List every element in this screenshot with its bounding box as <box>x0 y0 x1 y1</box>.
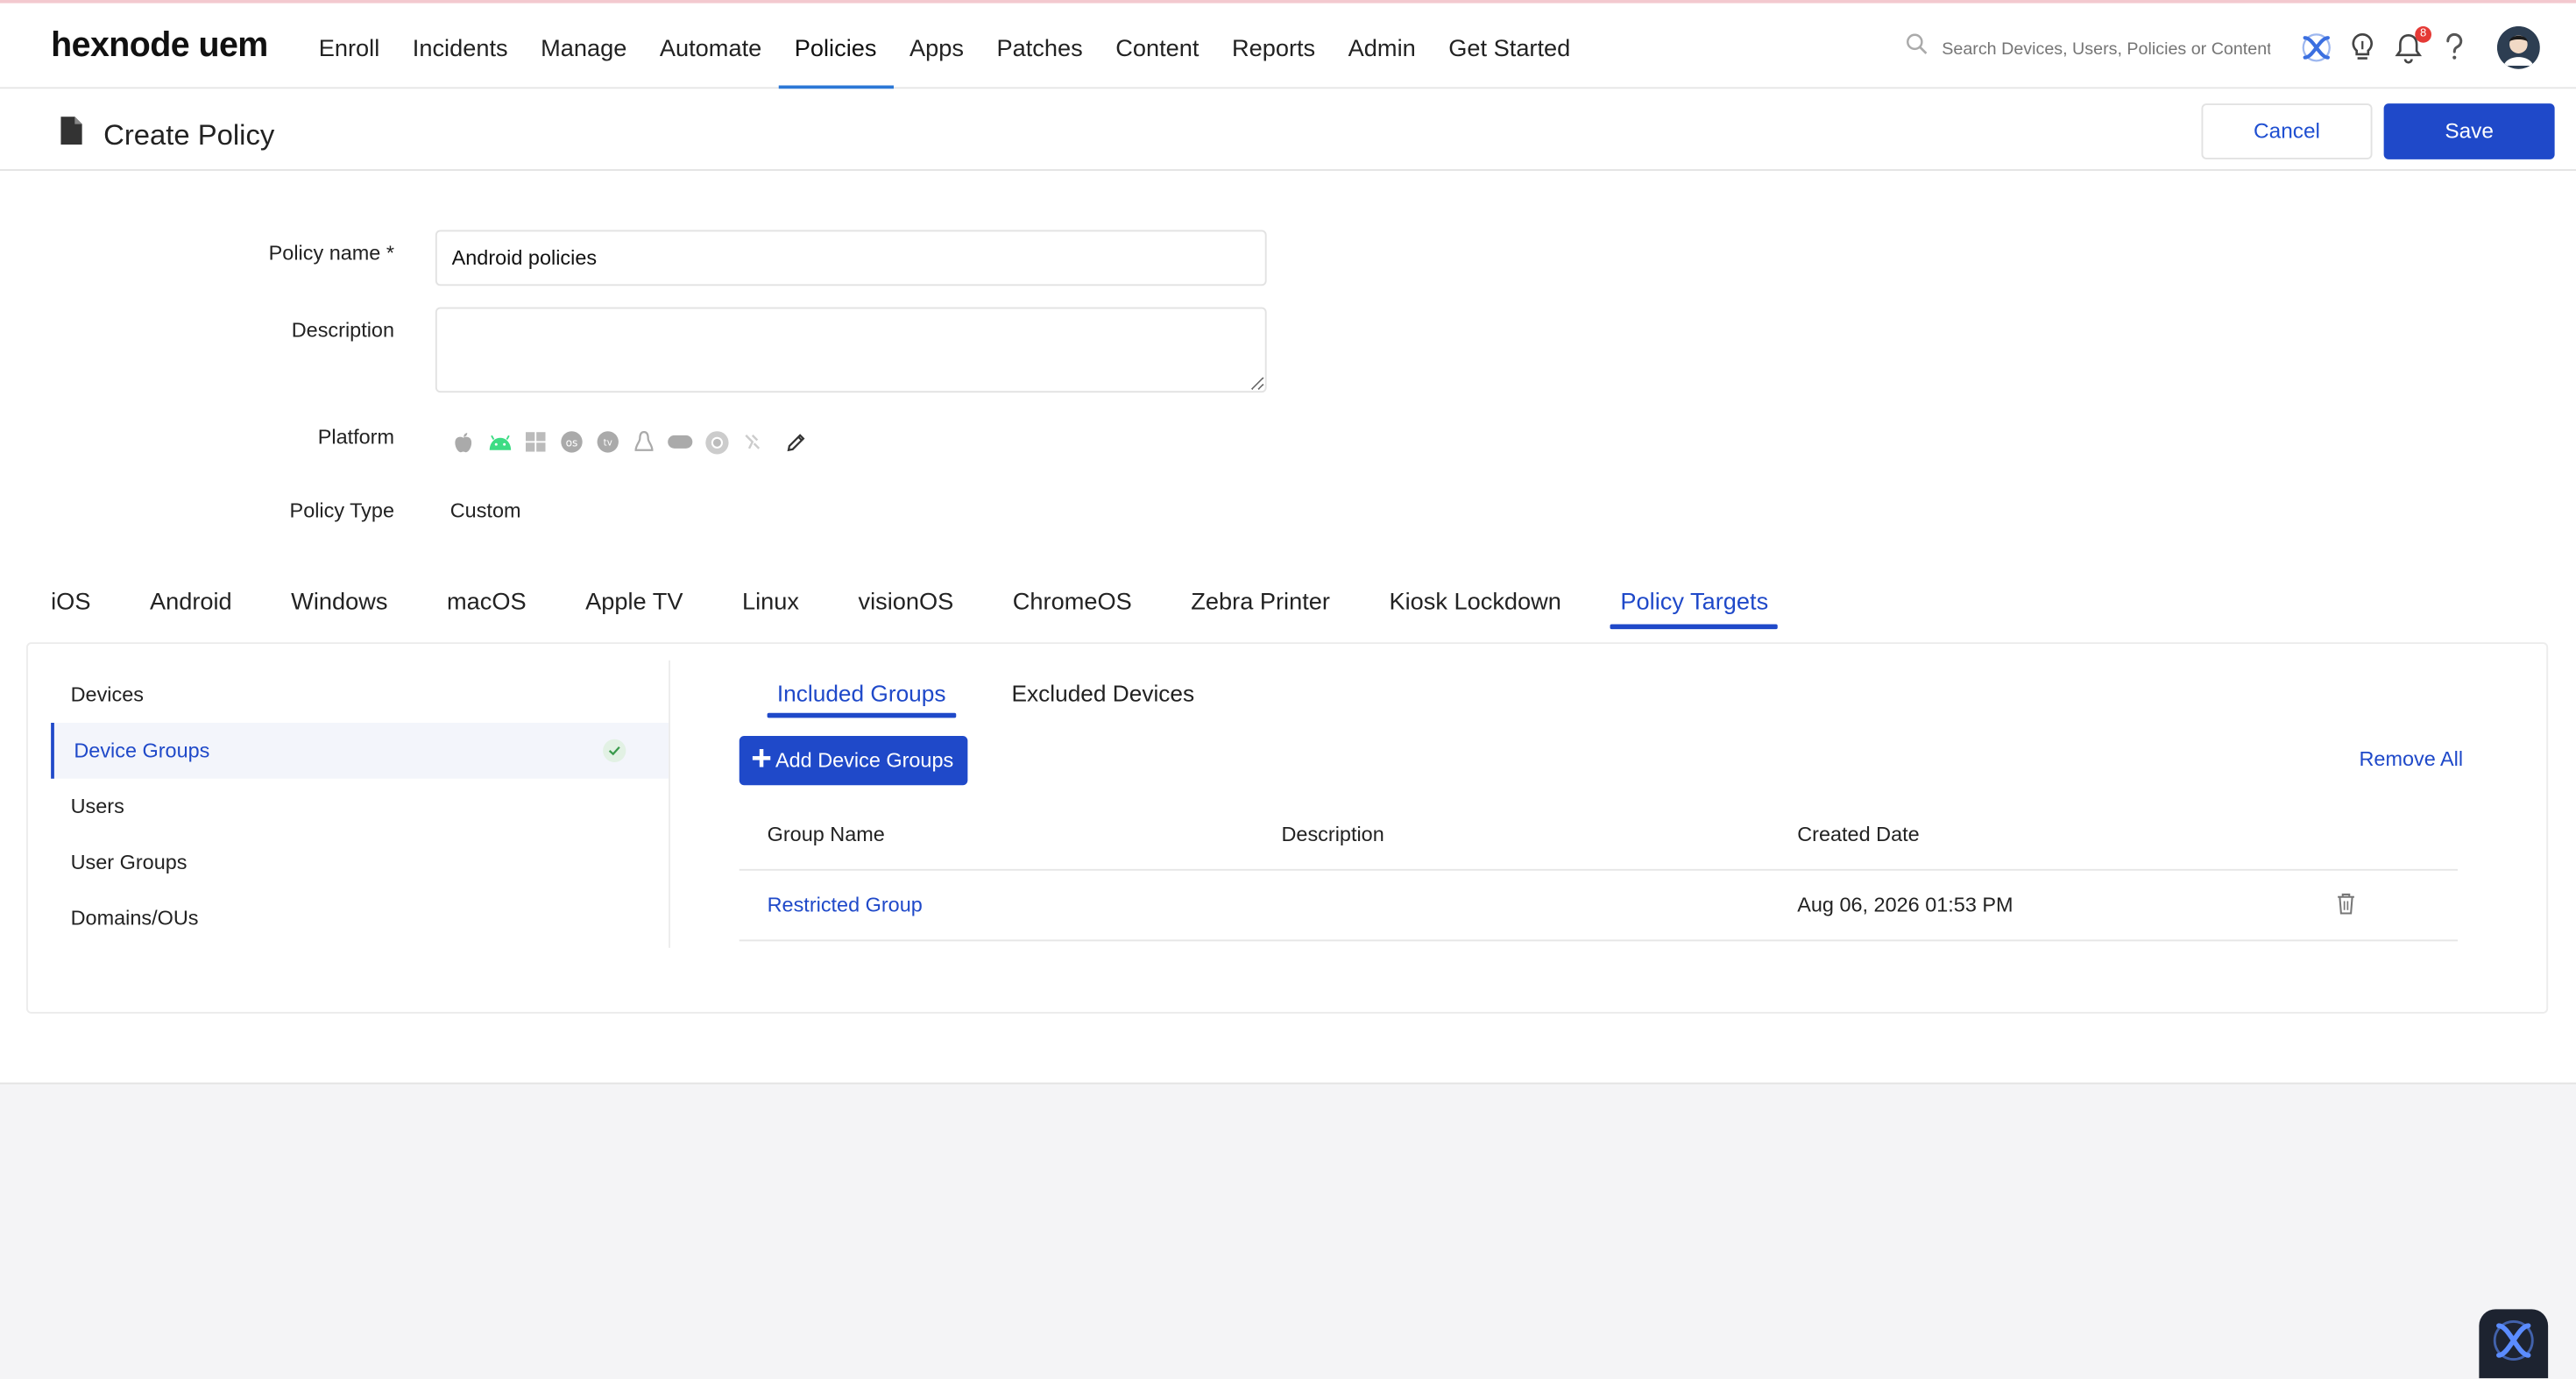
policy-name-input[interactable] <box>435 230 1267 286</box>
target-subtabs: Included Groups Excluded Devices <box>767 680 1250 718</box>
tab-apple-tv[interactable]: Apple TV <box>585 590 683 626</box>
platform-tabs: iOS Android Windows macOS Apple TV Linux… <box>51 590 1828 630</box>
add-device-groups-label: Add Device Groups <box>775 749 954 773</box>
lightbulb-icon[interactable] <box>2346 28 2380 67</box>
page-footer-area <box>0 1082 2576 1379</box>
visionos-icon[interactable] <box>667 428 693 455</box>
panel-divider <box>669 660 670 948</box>
page-header: Create Policy Cancel Save <box>0 90 2576 171</box>
target-item-label: Devices <box>70 683 145 707</box>
chromeos-icon[interactable] <box>704 428 730 455</box>
policy-targets-panel: Devices Device Groups Users User Groups … <box>26 642 2549 1014</box>
nav-item-policies[interactable]: Policies <box>778 4 894 89</box>
policy-type-label: Policy Type <box>289 499 394 523</box>
tab-windows[interactable]: Windows <box>291 590 387 626</box>
column-header-description[interactable]: Description <box>1282 823 1384 845</box>
zebra-icon[interactable] <box>740 428 766 455</box>
appletv-icon[interactable]: tv <box>595 428 621 455</box>
search-input[interactable] <box>1942 39 2271 59</box>
target-item-label: User Groups <box>70 851 188 874</box>
user-avatar[interactable] <box>2497 26 2540 69</box>
target-item-label: Domains/OUs <box>70 907 199 930</box>
notification-badge: 8 <box>2415 26 2431 43</box>
table-header: Group Name Description Created Date <box>739 802 2458 871</box>
save-button[interactable]: Save <box>2383 103 2555 159</box>
windows-icon[interactable] <box>522 428 548 455</box>
platform-icons: os tv <box>450 428 809 455</box>
check-icon <box>603 739 626 762</box>
global-search <box>1906 33 2271 65</box>
tab-android[interactable]: Android <box>150 590 232 626</box>
target-item-user-groups[interactable]: User Groups <box>51 835 669 891</box>
tab-ios[interactable]: iOS <box>51 590 90 626</box>
created-date: Aug 06, 2026 01:53 PM <box>1797 894 2013 917</box>
nav-item-apps[interactable]: Apps <box>893 4 980 89</box>
tab-kiosk-lockdown[interactable]: Kiosk Lockdown <box>1389 590 1560 626</box>
logo[interactable]: hexnode uem <box>51 26 268 66</box>
main-nav: Enroll Incidents Manage Automate Policie… <box>302 4 1587 89</box>
nav-item-admin[interactable]: Admin <box>1332 4 1433 89</box>
search-icon <box>1906 33 1928 65</box>
tab-linux[interactable]: Linux <box>742 590 799 626</box>
tab-visionos[interactable]: visionOS <box>858 590 953 626</box>
nav-item-patches[interactable]: Patches <box>980 4 1100 89</box>
page-title: Create Policy <box>103 118 275 152</box>
platform-label: Platform <box>317 425 394 449</box>
groups-table: Group Name Description Created Date Rest… <box>739 802 2458 942</box>
target-item-device-groups[interactable]: Device Groups <box>51 723 669 779</box>
top-nav: hexnode uem Enroll Incidents Manage Auto… <box>0 3 2576 89</box>
trash-icon[interactable] <box>2336 892 2356 920</box>
nav-item-incidents[interactable]: Incidents <box>396 4 524 89</box>
description-textarea[interactable] <box>435 307 1267 393</box>
targets-sidenav: Devices Device Groups Users User Groups … <box>51 667 669 946</box>
tab-chromeos[interactable]: ChromeOS <box>1013 590 1132 626</box>
hexnode-assistant-icon <box>2491 1317 2537 1371</box>
column-header-group-name[interactable]: Group Name <box>768 823 885 845</box>
svg-text:os: os <box>566 436 578 449</box>
target-item-domains-ous[interactable]: Domains/OUs <box>51 890 669 946</box>
document-icon <box>60 117 82 152</box>
top-icons: 8 <box>2300 26 2540 69</box>
linux-icon[interactable] <box>631 428 657 455</box>
tab-included-groups[interactable]: Included Groups <box>767 680 956 718</box>
cancel-button[interactable]: Cancel <box>2201 103 2373 159</box>
policy-type-value: Custom <box>449 499 521 523</box>
nav-item-get-started[interactable]: Get Started <box>1433 4 1588 89</box>
app-root: hexnode uem Enroll Incidents Manage Auto… <box>0 0 2576 1379</box>
nav-item-enroll[interactable]: Enroll <box>302 4 396 89</box>
tab-zebra-printer[interactable]: Zebra Printer <box>1191 590 1330 626</box>
notification-bell-icon[interactable]: 8 <box>2392 26 2431 67</box>
plus-icon <box>752 736 771 785</box>
tab-macos[interactable]: macOS <box>447 590 527 626</box>
target-item-label: Users <box>70 795 124 818</box>
assistant-chat-button[interactable] <box>2479 1309 2549 1379</box>
edit-platform-icon[interactable] <box>782 428 809 455</box>
remove-all-link[interactable]: Remove All <box>2360 747 2464 770</box>
nav-item-content[interactable]: Content <box>1099 4 1215 89</box>
target-item-label: Device Groups <box>74 739 210 762</box>
apple-icon[interactable] <box>450 428 477 455</box>
svg-text:tv: tv <box>604 438 612 449</box>
hexnode-assist-icon[interactable] <box>2300 28 2333 67</box>
policy-name-label: Policy name * <box>268 241 394 265</box>
target-item-devices[interactable]: Devices <box>51 667 669 723</box>
nav-item-manage[interactable]: Manage <box>524 4 643 89</box>
column-header-created-date[interactable]: Created Date <box>1797 823 1919 845</box>
help-icon[interactable] <box>2438 28 2472 67</box>
macos-icon[interactable]: os <box>559 428 585 455</box>
description-label: Description <box>291 318 394 342</box>
nav-item-reports[interactable]: Reports <box>1215 4 1332 89</box>
table-row: Restricted Group Aug 06, 2026 01:53 PM <box>739 871 2458 942</box>
target-item-users[interactable]: Users <box>51 779 669 835</box>
nav-item-automate[interactable]: Automate <box>643 4 778 89</box>
add-device-groups-button[interactable]: Add Device Groups <box>739 736 969 786</box>
android-icon[interactable] <box>486 428 513 455</box>
group-name-link[interactable]: Restricted Group <box>768 894 923 916</box>
tab-excluded-devices[interactable]: Excluded Devices <box>1001 680 1204 713</box>
tab-policy-targets[interactable]: Policy Targets <box>1610 590 1779 630</box>
